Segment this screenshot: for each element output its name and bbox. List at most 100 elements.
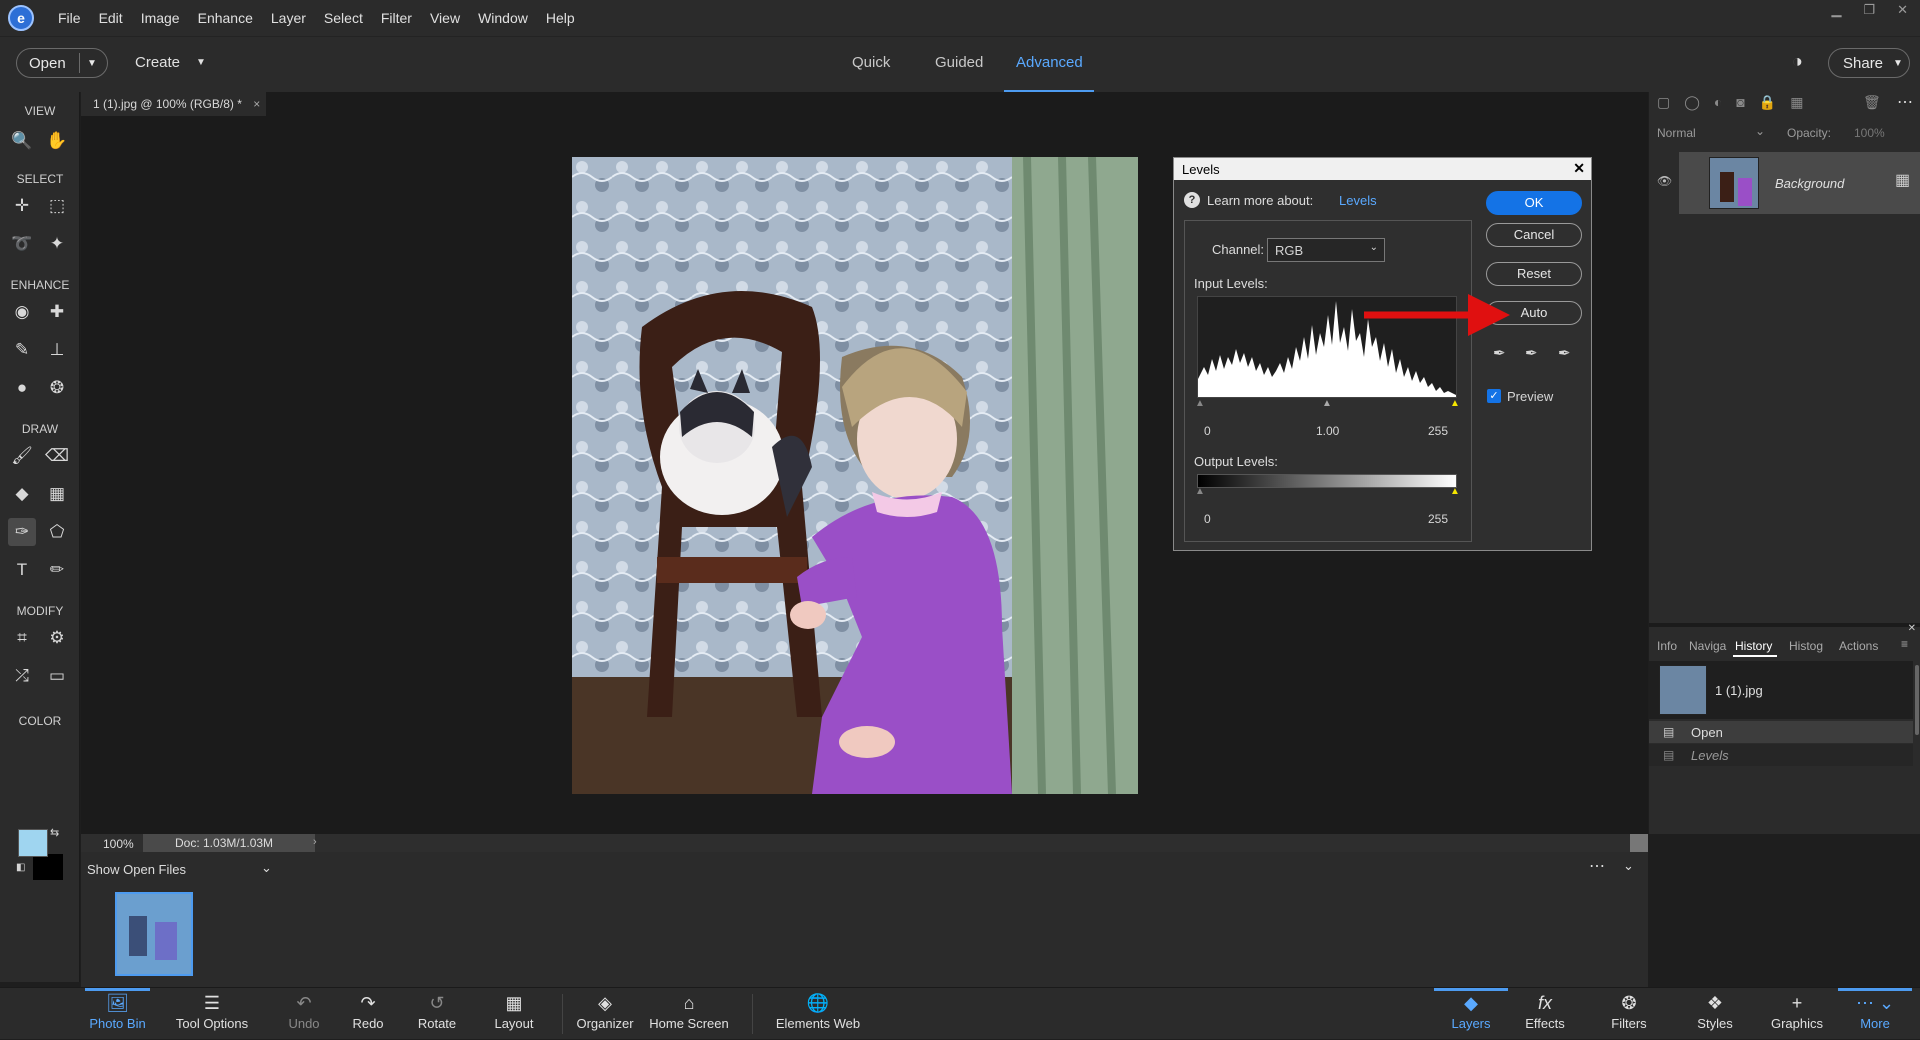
cancel-button[interactable]: Cancel — [1486, 223, 1582, 247]
layer-mask-icon[interactable]: ◙ — [1736, 94, 1744, 111]
pencil-tool-icon[interactable]: ✏ — [43, 556, 71, 584]
tab-actions[interactable]: Actions — [1839, 639, 1878, 653]
content-aware-move-tool-icon[interactable]: ⤮ — [8, 662, 36, 690]
tab-navigator[interactable]: Naviga — [1689, 639, 1726, 653]
tab-quick[interactable]: Quick — [852, 54, 890, 71]
hand-tool-icon[interactable]: ✋ — [43, 127, 71, 155]
lasso-tool-icon[interactable]: ➰ — [8, 230, 36, 258]
output-white-value[interactable]: 255 — [1428, 512, 1448, 526]
tab-advanced[interactable]: Advanced — [1016, 54, 1083, 71]
menu-image[interactable]: Image — [141, 10, 180, 26]
panel-menu-icon[interactable]: ⋯ — [1897, 92, 1913, 112]
blur-tool-icon[interactable]: ● — [8, 374, 36, 402]
gradient-tool-icon[interactable]: ▦ — [43, 480, 71, 508]
black-eyedropper-icon[interactable]: ✒ — [1493, 344, 1506, 362]
sponge-tool-icon[interactable]: ❂ — [43, 374, 71, 402]
home-screen-button[interactable]: ⌂ Home Screen — [648, 988, 730, 1040]
type-tool-icon[interactable]: T — [8, 556, 36, 584]
menu-layer[interactable]: Layer — [271, 10, 306, 26]
undo-button[interactable]: ↶ Undo — [282, 988, 326, 1040]
share-button[interactable]: Share ▼ — [1828, 48, 1910, 78]
menu-help[interactable]: Help — [546, 10, 575, 26]
recompose-tool-icon[interactable]: ⚙ — [43, 624, 71, 652]
menu-edit[interactable]: Edit — [99, 10, 123, 26]
reset-button[interactable]: Reset — [1486, 262, 1582, 286]
history-step-levels[interactable]: ▤ Levels — [1649, 744, 1913, 766]
input-black-slider[interactable]: ▲ — [1195, 398, 1205, 409]
close-tab-icon[interactable]: × — [253, 97, 260, 111]
layer-row-background[interactable]: Background ▦ — [1679, 152, 1920, 214]
input-white-slider[interactable]: ▲ — [1450, 398, 1460, 409]
more-button[interactable]: ⋯ ⌄ More — [1838, 988, 1912, 1040]
history-step-open[interactable]: ▤ Open — [1649, 721, 1913, 743]
magic-wand-tool-icon[interactable]: ✦ — [43, 230, 71, 258]
menu-filter[interactable]: Filter — [381, 10, 412, 26]
crop-tool-icon[interactable]: ⌗ — [8, 624, 36, 652]
document-photo[interactable] — [572, 157, 1138, 794]
redo-button[interactable]: ↷ Redo — [346, 988, 390, 1040]
zoom-tool-icon[interactable]: 🔍 — [8, 127, 36, 155]
chevron-down-icon[interactable]: ▼ — [87, 58, 97, 69]
output-white-slider[interactable]: ▲ — [1450, 486, 1460, 497]
menu-view[interactable]: View — [430, 10, 460, 26]
adjustment-layer-icon[interactable]: ◐ — [1714, 94, 1722, 111]
ok-button[interactable]: OK — [1486, 191, 1582, 215]
channel-select[interactable]: RGB ⌄ — [1267, 238, 1385, 262]
default-colors-icon[interactable]: ◧ — [16, 862, 25, 873]
input-gamma-value[interactable]: 1.00 — [1316, 424, 1339, 438]
layers-panel-button[interactable]: ◆ Layers — [1434, 988, 1508, 1040]
rotate-button[interactable]: ↺ Rotate — [412, 988, 462, 1040]
bin-menu-icon[interactable]: ⋯ — [1589, 856, 1605, 876]
input-gray-slider[interactable]: ▲ — [1322, 398, 1332, 409]
tool-options-button[interactable]: ☰ Tool Options — [170, 988, 254, 1040]
restore-icon[interactable]: ❐ — [1863, 2, 1875, 18]
open-button[interactable]: Open ▼ — [16, 48, 108, 78]
graphics-button[interactable]: + Graphics — [1768, 988, 1826, 1040]
input-white-value[interactable]: 255 — [1428, 424, 1448, 438]
photo-bin-button[interactable]: 🖼 Photo Bin — [85, 988, 150, 1040]
preview-checkbox[interactable]: ✓ — [1487, 389, 1501, 403]
document-tab[interactable]: 1 (1).jpg @ 100% (RGB/8) * × — [81, 92, 266, 116]
status-arrow-icon[interactable]: › — [313, 836, 317, 848]
filters-button[interactable]: ❂ Filters — [1604, 988, 1654, 1040]
foreground-color-swatch[interactable] — [18, 829, 48, 857]
layout-button[interactable]: ▦ Layout — [488, 988, 540, 1040]
brush-tool-icon[interactable]: 🖌 — [8, 442, 36, 470]
create-chevron-icon[interactable]: ▼ — [196, 57, 206, 68]
create-button[interactable]: Create — [135, 54, 180, 71]
close-panel-icon[interactable]: ✕ — [1908, 623, 1916, 634]
show-open-files-dropdown[interactable]: Show Open Files — [87, 862, 186, 877]
tab-info[interactable]: Info — [1657, 639, 1677, 653]
swap-colors-icon[interactable]: ⇆ — [50, 826, 59, 839]
tab-history[interactable]: History — [1735, 639, 1772, 653]
marquee-tool-icon[interactable]: ⬚ — [43, 192, 71, 220]
eyedropper-tool-icon[interactable]: ✑ — [8, 518, 36, 546]
history-snapshot[interactable]: 1 (1).jpg — [1649, 661, 1913, 719]
menu-window[interactable]: Window — [478, 10, 528, 26]
custom-shape-tool-icon[interactable]: ⬠ — [43, 518, 71, 546]
lock-transparency-icon[interactable]: ▦ — [1790, 94, 1803, 111]
bin-collapse-icon[interactable]: ⌄ — [1623, 858, 1634, 874]
chevron-down-icon[interactable]: ⌄ — [261, 860, 272, 876]
minimize-icon[interactable]: ▁ — [1831, 2, 1841, 18]
organizer-button[interactable]: ◈ Organizer — [572, 988, 638, 1040]
paint-bucket-tool-icon[interactable]: ◆ — [8, 480, 36, 508]
input-black-value[interactable]: 0 — [1204, 424, 1211, 438]
close-window-icon[interactable]: ✕ — [1897, 2, 1908, 18]
doc-size-info[interactable]: Doc: 1.03M/1.03M — [143, 834, 315, 852]
output-black-slider[interactable]: ▲ — [1195, 486, 1205, 497]
zoom-value[interactable]: 100% — [103, 837, 134, 851]
new-layer-icon[interactable]: ▢ — [1657, 94, 1670, 111]
menu-select[interactable]: Select — [324, 10, 363, 26]
tab-guided[interactable]: Guided — [935, 54, 983, 71]
opacity-value[interactable]: 100% — [1854, 126, 1885, 140]
straighten-tool-icon[interactable]: ▭ — [43, 662, 71, 690]
bin-thumbnail[interactable] — [115, 892, 193, 976]
lock-icon[interactable]: 🔒 — [1759, 94, 1776, 111]
red-eye-tool-icon[interactable]: ◉ — [8, 298, 36, 326]
menu-file[interactable]: File — [58, 10, 81, 26]
theme-toggle-icon[interactable]: ◑ — [1792, 51, 1803, 72]
clone-stamp-tool-icon[interactable]: ⊥ — [43, 336, 71, 364]
styles-button[interactable]: ❖ Styles — [1690, 988, 1740, 1040]
background-color-swatch[interactable] — [33, 854, 63, 880]
